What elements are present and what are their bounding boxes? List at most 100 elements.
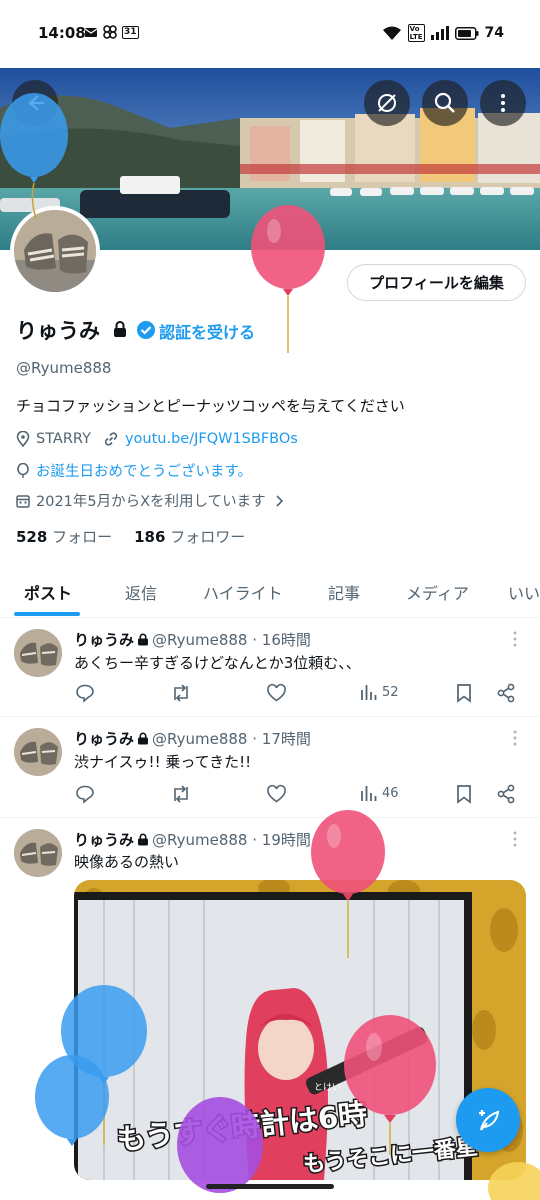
balloon-yellow [488,1162,540,1200]
like-icon [267,683,286,702]
share-icon [497,683,515,703]
balloon-pink-header [251,205,325,353]
post-more-icon[interactable] [512,831,518,847]
incognito-icon [378,94,396,112]
reply-icon [76,684,94,703]
post-header: りゅうみ @Ryume888 · 19時間 [74,829,311,850]
media-furigana: とけい [314,1082,341,1093]
display-name: りゅうみ [16,319,100,343]
tab-highlights[interactable]: ハイライト [203,580,283,604]
share-button[interactable] [496,784,516,804]
profile-birthday: お誕生日おめでとうございます。 [36,464,253,480]
views-button[interactable]: 52 [360,683,399,701]
bookmark-button[interactable] [456,683,472,703]
tab-indicator [14,612,80,616]
bookmark-button[interactable] [456,784,472,804]
search-icon [434,92,455,113]
battery-level: 74 [484,25,504,41]
views-icon [361,786,377,801]
tab-replies[interactable]: 返信 [125,580,157,604]
tab-media[interactable]: メディア [406,580,469,604]
profile-bio: チョコファッションとピーナッツコッペを与えてください [16,397,405,415]
reply-button[interactable] [75,683,95,703]
status-bar: 14:08 31 Vo LTE 74 [0,0,540,68]
repost-icon [174,785,188,803]
status-right: Vo LTE 74 [382,24,504,42]
like-button[interactable] [266,683,287,703]
lock-icon [138,833,149,846]
pinwheel-icon [103,25,117,39]
post-header: りゅうみ @Ryume888 · 17時間 [74,728,311,749]
profile-website-link[interactable]: youtu.be/JFQW1SBFBOs [125,431,298,447]
views-count: 46 [382,785,399,801]
incognito-button[interactable] [364,80,410,126]
post-meta: @Ryume888 · 19時間 [152,831,311,849]
status-notifications: 31 [84,24,139,40]
post-author-name: りゅうみ [74,631,135,649]
post-avatar[interactable] [14,829,62,877]
profile-handle: @Ryume888 [16,359,112,377]
repost-button[interactable] [170,683,192,703]
lock-icon [138,633,149,646]
balloon-blue-bottom [35,1055,109,1146]
edit-profile-button[interactable]: プロフィールを編集 [347,264,526,301]
bookmark-icon [457,684,471,703]
calendar-joined-icon [16,494,30,508]
views-icon [361,685,377,700]
search-button[interactable] [422,80,468,126]
post-avatar[interactable] [14,728,62,776]
chevron-right-icon [276,494,283,507]
compose-icon [479,1110,500,1131]
compose-button[interactable] [456,1088,520,1152]
signal-icon [430,26,449,40]
followers-stat[interactable]: 186 フォロワー [134,526,245,547]
post-avatar[interactable] [14,629,62,677]
location-icon [16,431,30,447]
post-text: 映像あるの熱い [74,853,180,871]
follow-stats: 528 フォロー 186 フォロワー [16,526,245,547]
repost-icon [174,684,188,702]
reply-icon [76,785,94,804]
wifi-icon [382,26,401,40]
profile-joined-row[interactable]: 2021年5月からXを利用しています [16,490,290,511]
post-item[interactable]: りゅうみ @Ryume888 · 16時間 あくちー辛すぎるけどなんとか3位頼む、… [0,619,540,717]
mail-icon [84,28,98,37]
post-more-icon[interactable] [512,730,518,746]
lock-icon [138,732,149,745]
profile-birthday-row: お誕生日おめでとうございます。 [16,460,252,481]
balloon-icon [17,462,29,478]
like-icon [267,784,286,803]
home-indicator[interactable] [206,1184,334,1189]
views-count: 52 [382,684,399,700]
post-item[interactable]: りゅうみ @Ryume888 · 17時間 渋ナイスゥ!! 乗ってきた!! 46 [0,718,540,818]
link-icon [104,432,118,446]
post-author-name: りゅうみ [74,831,135,849]
avatar-image [14,210,96,292]
post-text: 渋ナイスゥ!! 乗ってきた!! [74,753,252,771]
more-icon [501,94,505,112]
repost-button[interactable] [170,784,192,804]
post-meta: @Ryume888 · 16時間 [152,631,311,649]
tab-likes[interactable]: いい [508,580,540,604]
status-time: 14:08 [38,24,86,42]
post-header: りゅうみ @Ryume888 · 16時間 [74,629,311,650]
profile-joined: 2021年5月からXを利用しています [36,494,266,510]
balloon-pink-media [344,1015,436,1155]
views-button[interactable]: 46 [360,784,399,802]
following-stat[interactable]: 528 フォロー [16,526,112,547]
more-button[interactable] [480,80,526,126]
battery-icon [454,26,479,40]
share-icon [497,784,515,804]
balloon-pink-post [311,810,385,958]
tab-articles[interactable]: 記事 [328,580,360,604]
calendar-icon: 31 [122,25,139,39]
post-more-icon[interactable] [512,631,518,647]
tab-posts[interactable]: ポスト [24,580,72,604]
profile-tabs: ポスト 返信 ハイライト 記事 メディア いい [0,570,540,618]
post-text: あくちー辛すぎるけどなんとか3位頼む、、 [74,654,361,672]
reply-button[interactable] [75,784,95,804]
like-button[interactable] [266,784,287,804]
get-verified-link[interactable]: 認証を受ける [159,319,255,343]
network-badge: Vo LTE [407,24,425,42]
share-button[interactable] [496,683,516,703]
